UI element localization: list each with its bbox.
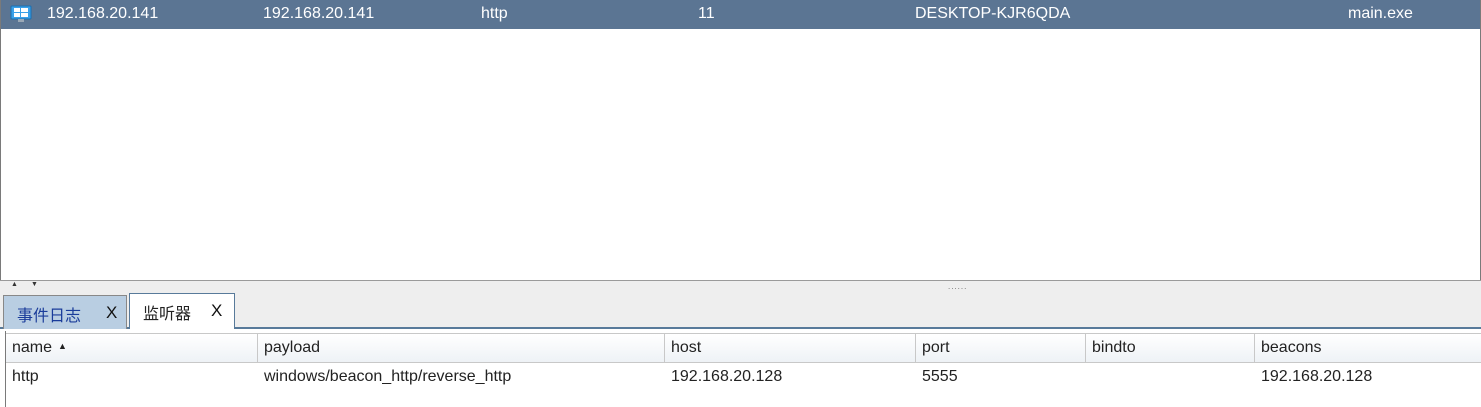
- column-header-host[interactable]: host: [665, 334, 916, 362]
- session-internal-ip: 192.168.20.141: [263, 5, 375, 22]
- tab-bar: 事件日志 X 监听器 X: [0, 292, 1481, 329]
- tab-event-log-label: 事件日志: [17, 306, 82, 325]
- column-header-beacons[interactable]: beacons: [1255, 334, 1481, 362]
- table-header: name ▲ payload host port bindto beacons: [6, 333, 1481, 363]
- table-row[interactable]: http windows/beacon_http/reverse_http 19…: [6, 363, 1481, 391]
- tab-event-log-close-button[interactable]: X: [106, 303, 117, 323]
- session-process: main.exe: [1348, 5, 1413, 22]
- session-external-ip: 192.168.20.141: [47, 5, 159, 22]
- divider-grip-icon[interactable]: ......: [948, 283, 967, 291]
- listeners-table: name ▲ payload host port bindto beacons h…: [5, 331, 1481, 407]
- listener-host: 192.168.20.128: [671, 368, 783, 385]
- listener-name: http: [12, 368, 39, 385]
- split-divider[interactable]: ▲ ▼ ......: [0, 280, 1481, 292]
- sessions-table: 192.168.20.141 192.168.20.141 http 11 DE…: [0, 0, 1481, 280]
- sort-ascending-icon: ▲: [58, 341, 67, 351]
- tab-event-log[interactable]: 事件日志 X: [3, 295, 127, 329]
- session-pid: 11: [698, 5, 715, 22]
- windows-icon: [10, 5, 32, 24]
- listener-port: 5555: [922, 368, 958, 385]
- tab-listeners-label: 监听器: [143, 304, 192, 323]
- session-row[interactable]: 192.168.20.141 192.168.20.141 http 11 DE…: [1, 0, 1480, 29]
- column-header-name[interactable]: name ▲: [6, 334, 258, 362]
- session-computer: DESKTOP-KJR6QDA: [915, 5, 1071, 22]
- listener-payload: windows/beacon_http/reverse_http: [264, 368, 512, 385]
- session-listener: http: [481, 5, 508, 22]
- tab-listeners[interactable]: 监听器 X: [129, 293, 235, 329]
- collapse-down-arrow-icon[interactable]: ▼: [31, 281, 38, 289]
- column-header-bindto[interactable]: bindto: [1086, 334, 1255, 362]
- column-header-name-label: name: [12, 339, 53, 356]
- tab-listeners-close-button[interactable]: X: [211, 301, 222, 321]
- column-header-port[interactable]: port: [916, 334, 1086, 362]
- collapse-up-arrow-icon[interactable]: ▲: [11, 281, 18, 289]
- listener-beacons: 192.168.20.128: [1261, 368, 1373, 385]
- column-header-payload[interactable]: payload: [258, 334, 665, 362]
